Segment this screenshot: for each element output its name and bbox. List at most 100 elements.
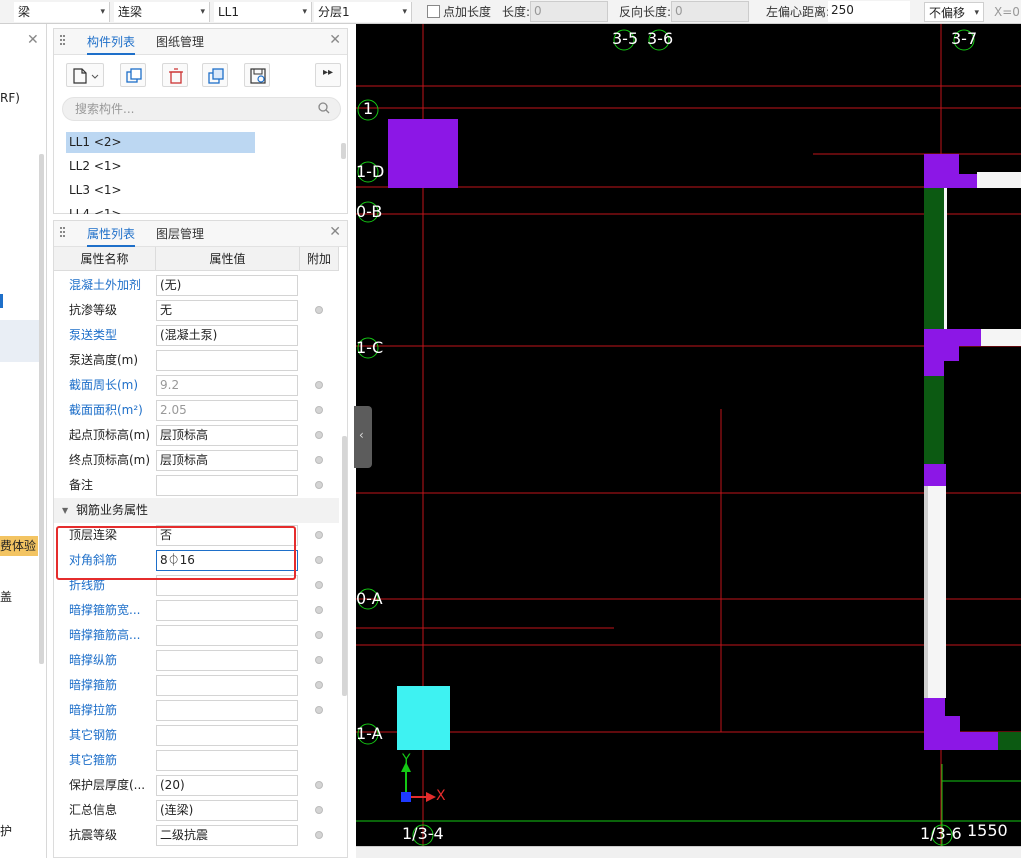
attach-checkbox[interactable] [315,581,323,589]
property-value-field[interactable]: 二级抗震 [156,825,298,846]
nav-item-selected[interactable] [0,320,40,362]
wall-green[interactable] [998,732,1021,750]
trial-badge[interactable]: 费体验 [0,536,38,556]
component-list-scrollbar[interactable] [341,143,346,159]
offset-mode-select[interactable]: 不偏移 ▾ [924,2,984,22]
wall-corner-purple[interactable] [924,698,998,750]
attach-checkbox[interactable] [315,456,323,464]
property-value-field[interactable] [156,750,298,771]
property-value-field[interactable] [156,350,298,371]
list-item-ll3[interactable]: LL3 <1> [66,180,255,201]
property-value-field[interactable] [156,475,298,496]
property-value-field[interactable]: 2.05 [156,400,298,421]
list-item-ll4[interactable]: LL4 <1> [66,204,255,214]
panel-collapse-handle[interactable]: ‹ [354,406,372,468]
wall-green[interactable] [924,376,944,464]
property-row[interactable]: 其它钢筋 [54,723,339,748]
property-value-field[interactable]: 层顶标高 [156,425,298,446]
property-value-field[interactable] [156,600,298,621]
attach-checkbox[interactable] [315,531,323,539]
property-row[interactable]: 抗渗等级 无 [54,298,339,323]
property-row[interactable]: 泵送高度(m) [54,348,339,373]
property-row[interactable]: 汇总信息 (连梁) [54,798,339,823]
reverse-length-input[interactable]: 0 [671,1,749,22]
property-row[interactable]: 备注 [54,473,339,498]
duplicate-layer-button[interactable] [202,63,228,87]
attach-checkbox[interactable] [315,431,323,439]
property-value-field[interactable] [156,700,298,721]
left-panel-scrollbar[interactable] [39,154,44,664]
wall-corner-purple[interactable] [924,154,977,188]
property-value-field[interactable] [156,725,298,746]
tab-layer-management[interactable]: 图层管理 [156,221,204,247]
list-item-ll2[interactable]: LL2 <1> [66,156,255,177]
attach-checkbox[interactable] [315,631,323,639]
point-length-checkbox[interactable] [427,5,440,18]
attach-checkbox[interactable] [315,781,323,789]
property-value-field[interactable]: (无) [156,275,298,296]
property-row[interactable]: 暗撑箍筋高... [54,623,339,648]
close-icon[interactable]: ✕ [329,32,341,48]
attach-checkbox[interactable] [315,681,323,689]
property-row[interactable]: 抗震等级 二级抗震 [54,823,339,848]
tab-drawing-management[interactable]: 图纸管理 [156,29,204,55]
attach-checkbox[interactable] [315,806,323,814]
component-search-input[interactable]: 搜索构件... [62,97,341,121]
wall-green[interactable] [924,188,944,329]
beam-white[interactable] [981,329,1021,346]
property-row[interactable]: 保护层厚度(... (20) [54,773,339,798]
left-offset-input[interactable]: 250 [828,1,910,22]
attach-checkbox[interactable] [315,556,323,564]
column-purple[interactable] [388,119,458,188]
column-cyan[interactable] [397,686,450,750]
property-row[interactable]: 截面面积(m²) 2.05 [54,398,339,423]
attach-checkbox[interactable] [315,606,323,614]
property-value-field[interactable]: 层顶标高 [156,450,298,471]
attach-checkbox[interactable] [315,831,323,839]
property-value-field[interactable]: (混凝土泵) [156,325,298,346]
close-icon[interactable]: ✕ [329,224,341,240]
property-value-field[interactable] [156,675,298,696]
property-value-field[interactable]: 9.2 [156,375,298,396]
attach-checkbox[interactable] [315,656,323,664]
drawing-canvas[interactable]: 3-5 3-6 3-7 1 1-D 0-B 1-C 0-A 1-A 1/3-4 … [356,24,1021,846]
rebar-section-header[interactable]: ▼ 钢筋业务属性 [54,498,339,523]
tab-property-list[interactable]: 属性列表 [87,221,136,247]
type-select[interactable]: 连梁 ▾ [114,2,210,22]
property-value-field[interactable]: (20) [156,775,298,796]
attach-checkbox[interactable] [315,706,323,714]
property-row[interactable]: 起点顶标高(m) 层顶标高 [54,423,339,448]
close-icon[interactable]: ✕ [27,32,39,48]
property-row[interactable]: 暗撑箍筋宽... [54,598,339,623]
property-row[interactable]: 截面周长(m) 9.2 [54,373,339,398]
attach-checkbox[interactable] [315,306,323,314]
list-item-ll1[interactable]: LL1 <2> [66,132,255,153]
property-list-scrollbar[interactable] [342,436,347,696]
tab-component-list[interactable]: 构件列表 [87,29,136,55]
category-select[interactable]: 梁 ▾ [14,2,110,22]
property-row[interactable]: 其它箍筋 [54,748,339,773]
wall-junction-purple[interactable] [924,464,946,486]
attach-checkbox[interactable] [315,406,323,414]
delete-button[interactable] [162,63,188,87]
layer-select[interactable]: 分层1 ▾ [314,2,412,22]
drag-grip-icon[interactable] [60,227,68,241]
property-row[interactable]: 暗撑箍筋 [54,673,339,698]
copy-button[interactable] [120,63,146,87]
length-input[interactable]: 0 [530,1,608,22]
wall-junction-purple[interactable] [924,329,981,376]
drag-grip-icon[interactable] [60,35,68,49]
attach-checkbox[interactable] [315,481,323,489]
property-value-field[interactable] [156,650,298,671]
component-select[interactable]: LL1 ▾ [214,2,312,22]
property-row[interactable]: 暗撑拉筋 [54,698,339,723]
attach-checkbox[interactable] [315,381,323,389]
property-row[interactable]: 暗撑纵筋 [54,648,339,673]
property-row[interactable]: 终点顶标高(m) 层顶标高 [54,448,339,473]
property-row[interactable]: 混凝土外加剂 (无) [54,273,339,298]
save-template-button[interactable] [244,63,270,87]
property-row[interactable]: 泵送类型 (混凝土泵) [54,323,339,348]
property-value-field[interactable]: (连梁) [156,800,298,821]
expand-more-button[interactable]: ▸▸ [315,63,341,87]
property-value-field[interactable]: 无 [156,300,298,321]
